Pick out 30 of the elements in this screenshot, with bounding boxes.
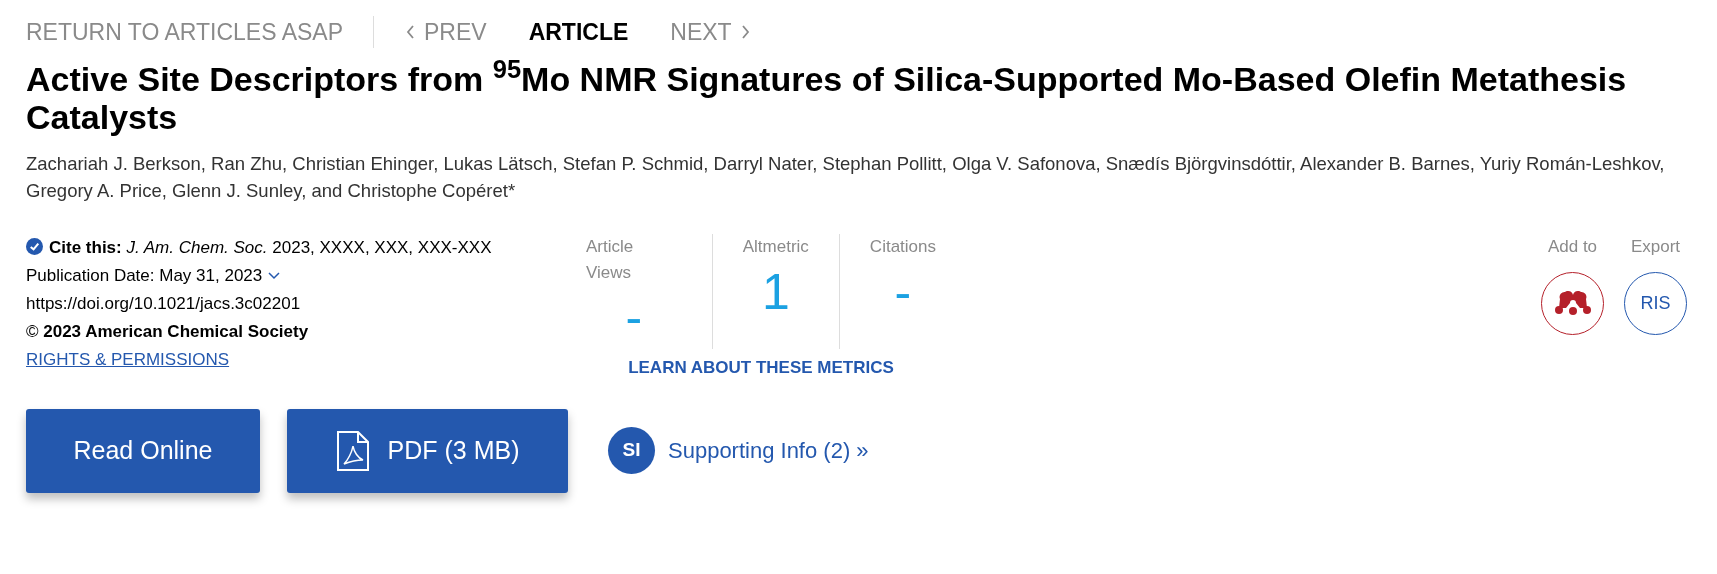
check-badge-icon <box>26 238 43 255</box>
current-tab[interactable]: ARTICLE <box>528 14 629 50</box>
supporting-info-link[interactable]: SI Supporting Info (2) » <box>608 427 869 474</box>
learn-metrics-link[interactable]: LEARN ABOUT THESE METRICS <box>628 355 894 381</box>
copyright-text: © 2023 American Chemical Society <box>26 321 310 343</box>
chevron-down-icon[interactable] <box>268 272 281 280</box>
chevron-icon <box>739 24 750 40</box>
metric-label: Altmetric <box>742 236 809 258</box>
chevron-icon <box>406 24 416 40</box>
nav-link[interactable]: PREV <box>406 14 487 50</box>
article-title: Active Site Descriptors from $^{95}$Mo NMR Signatures of Silica-Supported Mo-Based Olefin Metathesis Catalysts <box>26 60 1628 136</box>
tool-label: Export <box>1630 236 1681 258</box>
molecule-icon <box>1553 290 1592 316</box>
metric-value: - <box>625 288 643 347</box>
nav-link[interactable]: NEXT <box>670 14 750 50</box>
author-list: Zachariah J. Berkson, Ran Zhu, Christian Ehinger, Lukas Lätsch, Stefan P. Schmid, Darryl Nater, Stephan Pollitt, Olga V. Safonova, Snædís Björgvinsdóttir, Alexander B. Barnes, Yuriy Román-Leshkov, Gregory A. Price, Glenn J. Sunley, and Christophe Copéret* <box>26 150 1706 204</box>
pdf-button[interactable]: PDF (3 MB) <box>287 408 568 493</box>
return-link[interactable]: RETURN TO ARTICLES ASAP <box>26 14 373 50</box>
doi-link[interactable]: https://doi.org/10.1021/jacs.3c02201 <box>26 290 546 318</box>
si-badge: SI <box>608 427 655 474</box>
metric-value: - <box>894 262 912 322</box>
metric-label: Citations <box>869 236 936 258</box>
metric-label: Article Views <box>586 236 635 284</box>
publication-date: Publication Date: May 31, 2023 <box>26 265 263 287</box>
metric-value: 1 <box>761 262 790 322</box>
tool-label: Add to <box>1547 236 1598 258</box>
citation-text: Cite this: J. Am. Chem. Soc. 2023, XXXX, XXX, XXX-XXX <box>26 234 496 262</box>
rights-link[interactable]: RIGHTS & PERMISSIONS <box>26 346 230 374</box>
read-online-button[interactable]: Read Online <box>26 408 260 493</box>
pdf-file-icon <box>335 429 370 472</box>
